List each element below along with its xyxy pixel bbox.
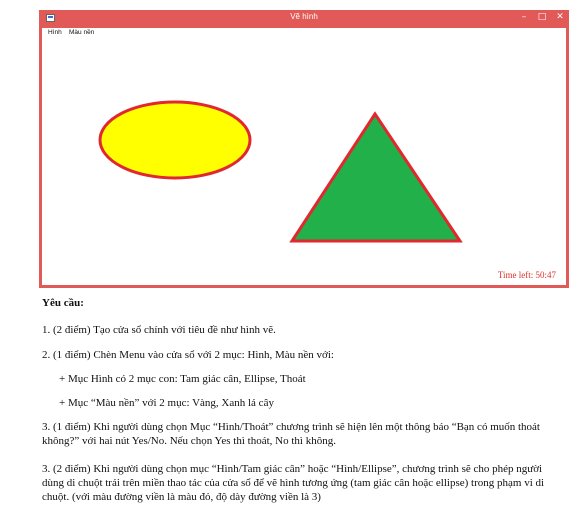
canvas-svg [98,100,463,243]
app-window: Vẽ hình – □ ✕ Hình Màu nền Time left: 50… [39,10,569,288]
maximize-button[interactable]: □ [532,10,552,25]
close-button[interactable]: ✕ [550,10,570,25]
requirement-3: 3. (1 điểm) Khi người dùng chọn Mục “Hìn… [42,421,540,447]
requirement-2-sub-1: + Mục Hình có 2 mục con: Tam giác cân, E… [59,373,306,385]
minimize-button[interactable]: – [514,10,534,25]
requirement-2: 2. (1 điểm) Chèn Menu vào cửa sổ với 2 m… [42,349,334,361]
menu-hinh[interactable]: Hình [48,29,62,36]
requirement-2-sub-2: + Mục “Màu nền” với 2 mục: Vàng, Xanh lá… [59,397,274,409]
requirement-4: 3. (2 điểm) Khi người dùng chọn mục “Hìn… [42,463,545,503]
menu-bar: Hình Màu nền [42,28,566,38]
requirements-heading: Yêu cầu: [42,297,84,309]
green-triangle [289,111,463,243]
window-title: Vẽ hình [290,12,318,21]
yellow-ellipse [98,100,252,180]
requirement-1: 1. (2 điểm) Tạo cửa sổ chính với tiêu đề… [42,324,276,336]
menu-mau-nen[interactable]: Màu nền [69,29,94,36]
title-bar[interactable]: Vẽ hình – □ ✕ [39,10,569,27]
drawing-canvas[interactable]: Time left: 50:47 [42,38,566,285]
time-left-label: Time left: 50:47 [497,270,556,280]
